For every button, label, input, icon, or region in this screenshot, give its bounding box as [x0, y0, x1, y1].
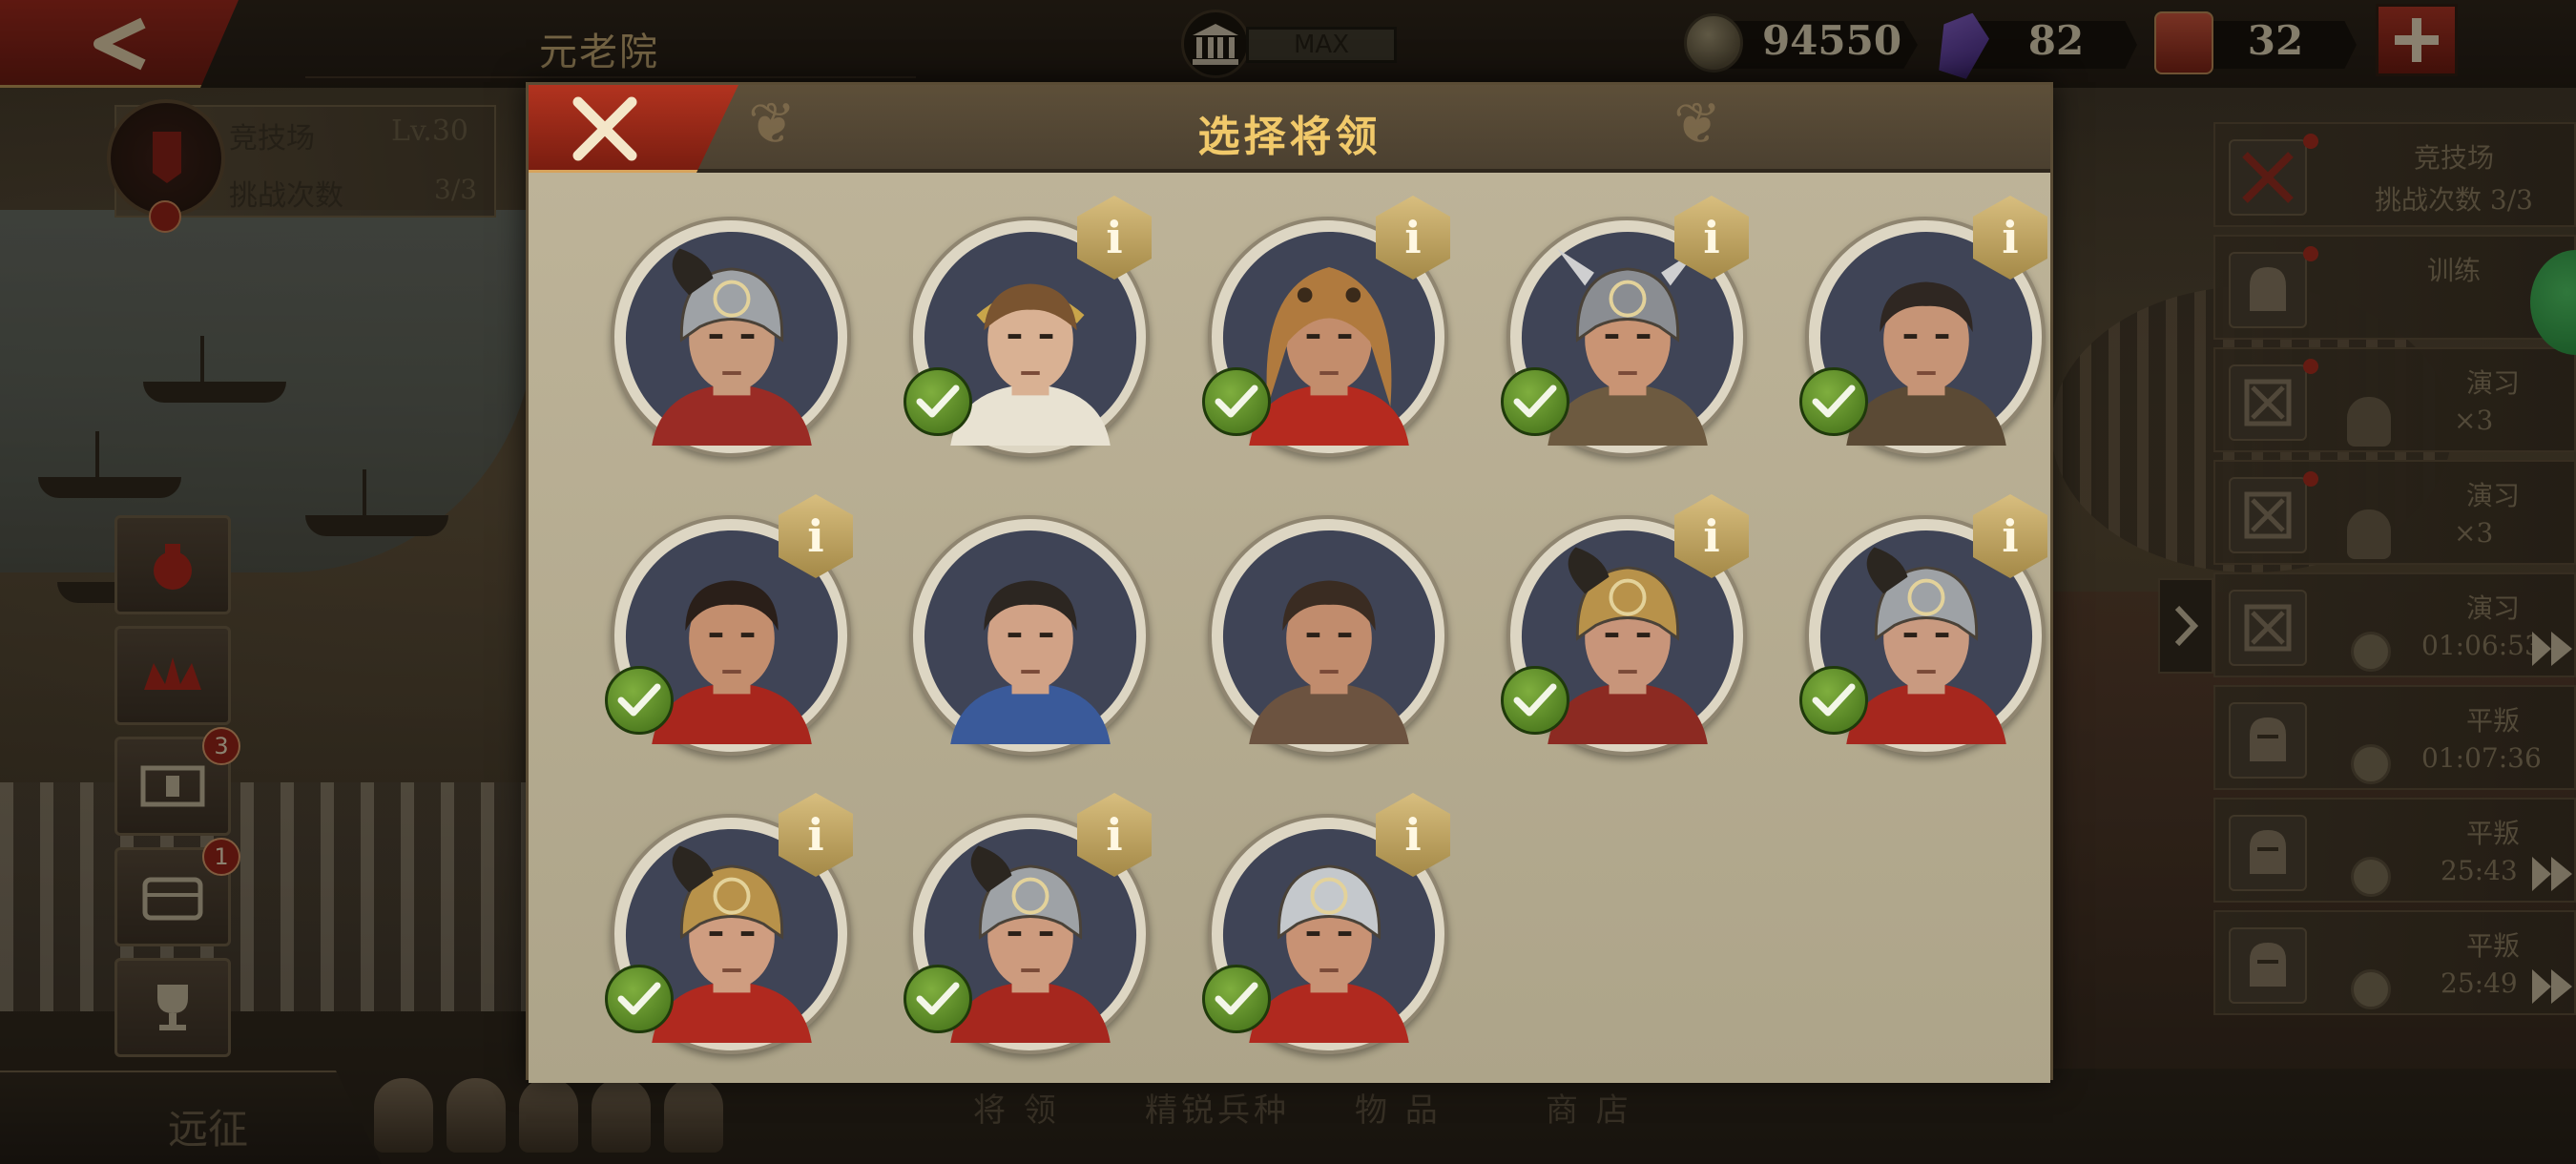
info-label: i — [1106, 809, 1123, 861]
checkmark-icon — [1202, 367, 1271, 436]
checkmark-icon — [904, 965, 972, 1033]
general-avatar — [1222, 530, 1436, 744]
general-card[interactable]: i — [1164, 196, 1469, 482]
close-icon — [572, 96, 637, 161]
checkmark-icon — [1501, 367, 1569, 436]
info-label: i — [2002, 212, 2019, 263]
general-card[interactable]: i — [865, 793, 1171, 1079]
checkmark-icon — [605, 666, 674, 735]
select-general-dialog: ❦ ❦ 选择将领 i i i i i i i i i i — [526, 82, 2053, 1083]
general-grid: i i i i i i i i i i — [529, 173, 2050, 1083]
info-label: i — [807, 510, 824, 562]
checkmark-icon — [1799, 666, 1868, 735]
general-card[interactable]: i — [865, 196, 1171, 482]
general-portrait[interactable] — [1208, 515, 1448, 756]
general-card[interactable]: i — [1463, 196, 1768, 482]
checkmark-icon — [1202, 965, 1271, 1033]
general-avatar — [625, 231, 839, 446]
general-portrait[interactable] — [611, 217, 851, 457]
checkmark-icon — [605, 965, 674, 1033]
dialog-title: 选择将领 — [1197, 113, 1381, 161]
info-label: i — [1106, 212, 1123, 263]
info-label: i — [1703, 212, 1720, 263]
general-avatar — [924, 530, 1137, 744]
info-label: i — [1404, 212, 1422, 263]
info-label: i — [2002, 510, 2019, 562]
checkmark-icon — [1501, 666, 1569, 735]
general-card[interactable]: i — [1164, 793, 1469, 1079]
general-card[interactable] — [1164, 494, 1469, 780]
general-card[interactable]: i — [1761, 494, 2067, 780]
general-card[interactable] — [567, 196, 872, 482]
checkmark-icon — [1799, 367, 1868, 436]
info-label: i — [807, 809, 824, 861]
general-card[interactable]: i — [567, 793, 872, 1079]
general-card[interactable]: i — [1761, 196, 2067, 482]
info-label: i — [1404, 809, 1422, 861]
general-card[interactable]: i — [1463, 494, 1768, 780]
general-card[interactable] — [865, 494, 1171, 780]
checkmark-icon — [904, 367, 972, 436]
dialog-header: ❦ ❦ 选择将领 — [529, 85, 2050, 173]
info-label: i — [1703, 510, 1720, 562]
general-card[interactable]: i — [567, 494, 872, 780]
general-portrait[interactable] — [909, 515, 1150, 756]
